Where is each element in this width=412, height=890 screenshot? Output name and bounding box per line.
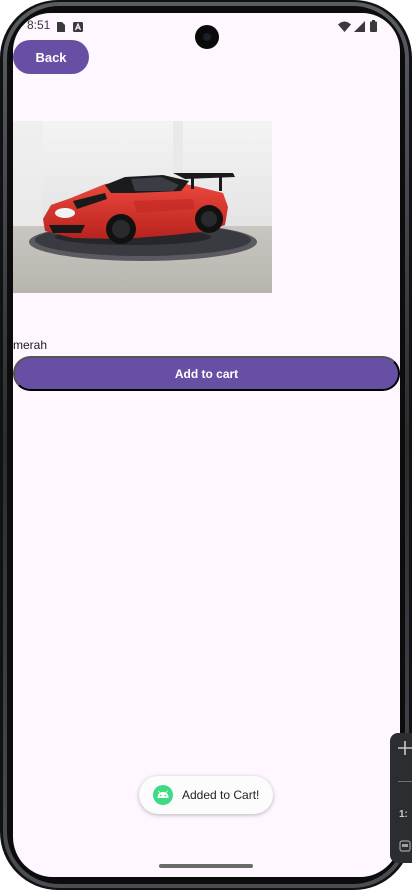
toast-message: Added to Cart! [182, 788, 260, 802]
product-image [13, 121, 272, 293]
frame-icon[interactable] [399, 839, 411, 852]
product-name: merah [13, 338, 48, 352]
wifi-icon [338, 19, 351, 37]
app-screen: 8:51 Back merah Add to cart Added to Car… [13, 13, 400, 877]
back-button[interactable]: Back [13, 40, 89, 74]
gesture-nav-handle[interactable] [159, 864, 253, 868]
front-camera [195, 25, 219, 49]
signal-icon [354, 19, 365, 37]
status-time: 8:51 [27, 18, 51, 32]
emulator-side-toolbar: 1: [390, 733, 412, 863]
android-icon [153, 785, 173, 805]
a-notification-icon [73, 19, 83, 37]
plus-icon[interactable] [398, 741, 412, 755]
toolbar-divider [398, 781, 412, 782]
device-frame: 8:51 Back merah Add to cart Added to Car… [0, 0, 412, 890]
sim-card-icon [57, 19, 65, 37]
toast-notification: Added to Cart! [139, 776, 273, 814]
battery-icon [370, 19, 377, 37]
aspect-ratio-label[interactable]: 1: [399, 809, 408, 820]
add-to-cart-button[interactable]: Add to cart [13, 356, 400, 391]
